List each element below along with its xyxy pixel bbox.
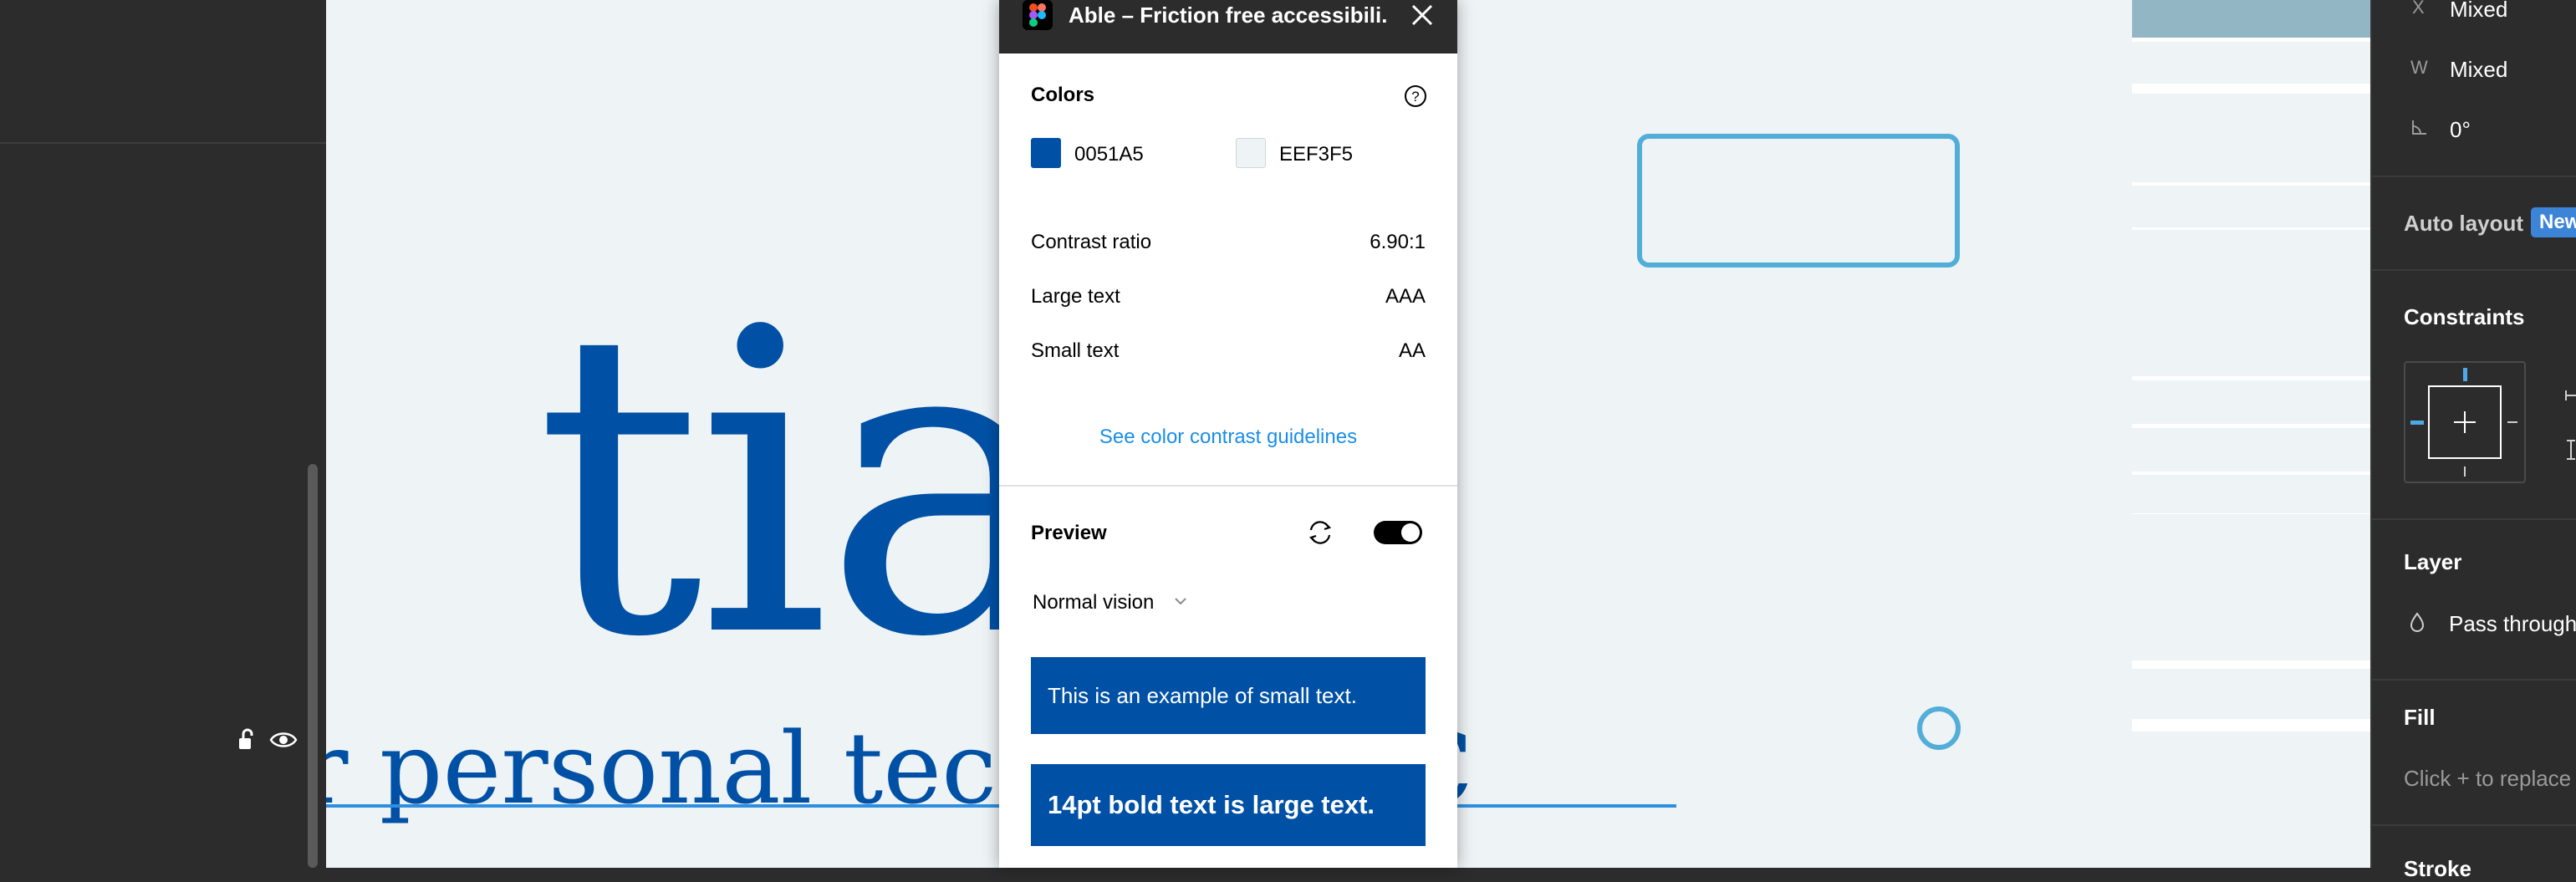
panel-divider (2372, 518, 2576, 520)
fill-hint: Click + to replace (2404, 766, 2572, 791)
close-icon[interactable] (1409, 2, 1436, 28)
rotation-field[interactable]: 0° (2450, 117, 2471, 143)
foreground-color-hex[interactable]: 0051A5 (1074, 143, 1144, 166)
table-row (2132, 475, 2370, 513)
constraint-dropdown-icons[interactable] (2563, 380, 2576, 464)
layers-scrollbar[interactable] (308, 464, 318, 868)
table-row (2132, 514, 2370, 660)
contrast-guidelines-link[interactable]: See color contrast guidelines (999, 426, 1457, 449)
plugin-titlebar[interactable]: Able – Friction free accessibili... (999, 0, 1457, 54)
layer-heading: Layer (2404, 549, 2462, 574)
contrast-ratio-value: 6.90:1 (1370, 231, 1426, 253)
figma-logo-icon (1023, 0, 1053, 30)
x-value-field[interactable]: Mixed (2450, 0, 2507, 23)
preview-toggle[interactable] (1374, 521, 1422, 544)
blend-mode-icon (2410, 612, 2425, 632)
small-text-rating: AA (1398, 339, 1426, 362)
canvas-heading-text[interactable]: tia (535, 276, 1073, 694)
fill-heading: Fill (2404, 705, 2436, 730)
table-row (2132, 669, 2370, 719)
panel-divider (2372, 824, 2576, 826)
table-row (2132, 428, 2370, 472)
table-row (2132, 380, 2370, 424)
help-icon[interactable]: ? (1403, 84, 1428, 109)
panel-divider (2372, 679, 2576, 681)
plugin-title: Able – Friction free accessibili... (1069, 3, 1386, 28)
auto-layout-heading: Auto layout (2404, 211, 2523, 236)
panel-divider (2372, 176, 2576, 177)
colors-heading: Colors (1031, 84, 1095, 106)
constraints-widget[interactable] (2404, 361, 2526, 483)
w-value-field[interactable]: Mixed (2450, 57, 2507, 83)
background-color-swatch[interactable] (1236, 138, 1266, 168)
large-text-sample: 14pt bold text is large text. (1031, 764, 1426, 846)
selected-ellipse[interactable] (1917, 706, 1961, 750)
canvas-table-frame[interactable] (2132, 0, 2370, 732)
table-row (2132, 94, 2370, 140)
foreground-color-swatch[interactable] (1031, 138, 1061, 168)
unlock-icon[interactable] (237, 727, 258, 752)
eye-icon[interactable] (269, 729, 298, 751)
constraints-heading: Constraints (2404, 304, 2525, 329)
large-text-rating: AAA (1385, 285, 1426, 308)
section-divider (999, 485, 1457, 487)
small-text-sample: This is an example of small text. (1031, 657, 1426, 734)
x-label: X (2412, 0, 2425, 18)
w-label: W (2410, 57, 2428, 78)
able-plugin-window: Able – Friction free accessibili... Colo… (999, 0, 1457, 868)
selected-rectangle[interactable] (1637, 134, 1960, 268)
svg-text:?: ? (1411, 89, 1419, 105)
toggle-knob (1401, 523, 1420, 542)
refresh-icon[interactable] (1304, 518, 1336, 547)
table-row (2132, 42, 2370, 84)
preview-heading: Preview (1031, 522, 1107, 544)
constraints-diagram-icon (2410, 368, 2517, 477)
panel-divider (2372, 269, 2576, 271)
table-row (2132, 135, 2370, 182)
layers-panel (0, 0, 326, 868)
properties-panel: X Mixed W Mixed 0° Auto layout New Const… (2370, 0, 2576, 881)
new-badge: New (2531, 207, 2576, 237)
stroke-heading: Stroke (2404, 856, 2471, 881)
panel-divider (0, 142, 326, 144)
table-row (2132, 186, 2370, 227)
chevron-down-icon[interactable] (1173, 595, 1188, 607)
vision-mode-select[interactable]: Normal vision (1033, 591, 1154, 614)
large-text-label: Large text (1031, 285, 1120, 308)
rotation-icon (2412, 120, 2426, 135)
background-color-hex[interactable]: EEF3F5 (1279, 143, 1353, 166)
blend-mode-select[interactable]: Pass through (2449, 611, 2576, 637)
table-header (2132, 0, 2370, 38)
contrast-ratio-label: Contrast ratio (1031, 231, 1152, 253)
table-row (2132, 230, 2370, 376)
small-text-label: Small text (1031, 339, 1120, 362)
